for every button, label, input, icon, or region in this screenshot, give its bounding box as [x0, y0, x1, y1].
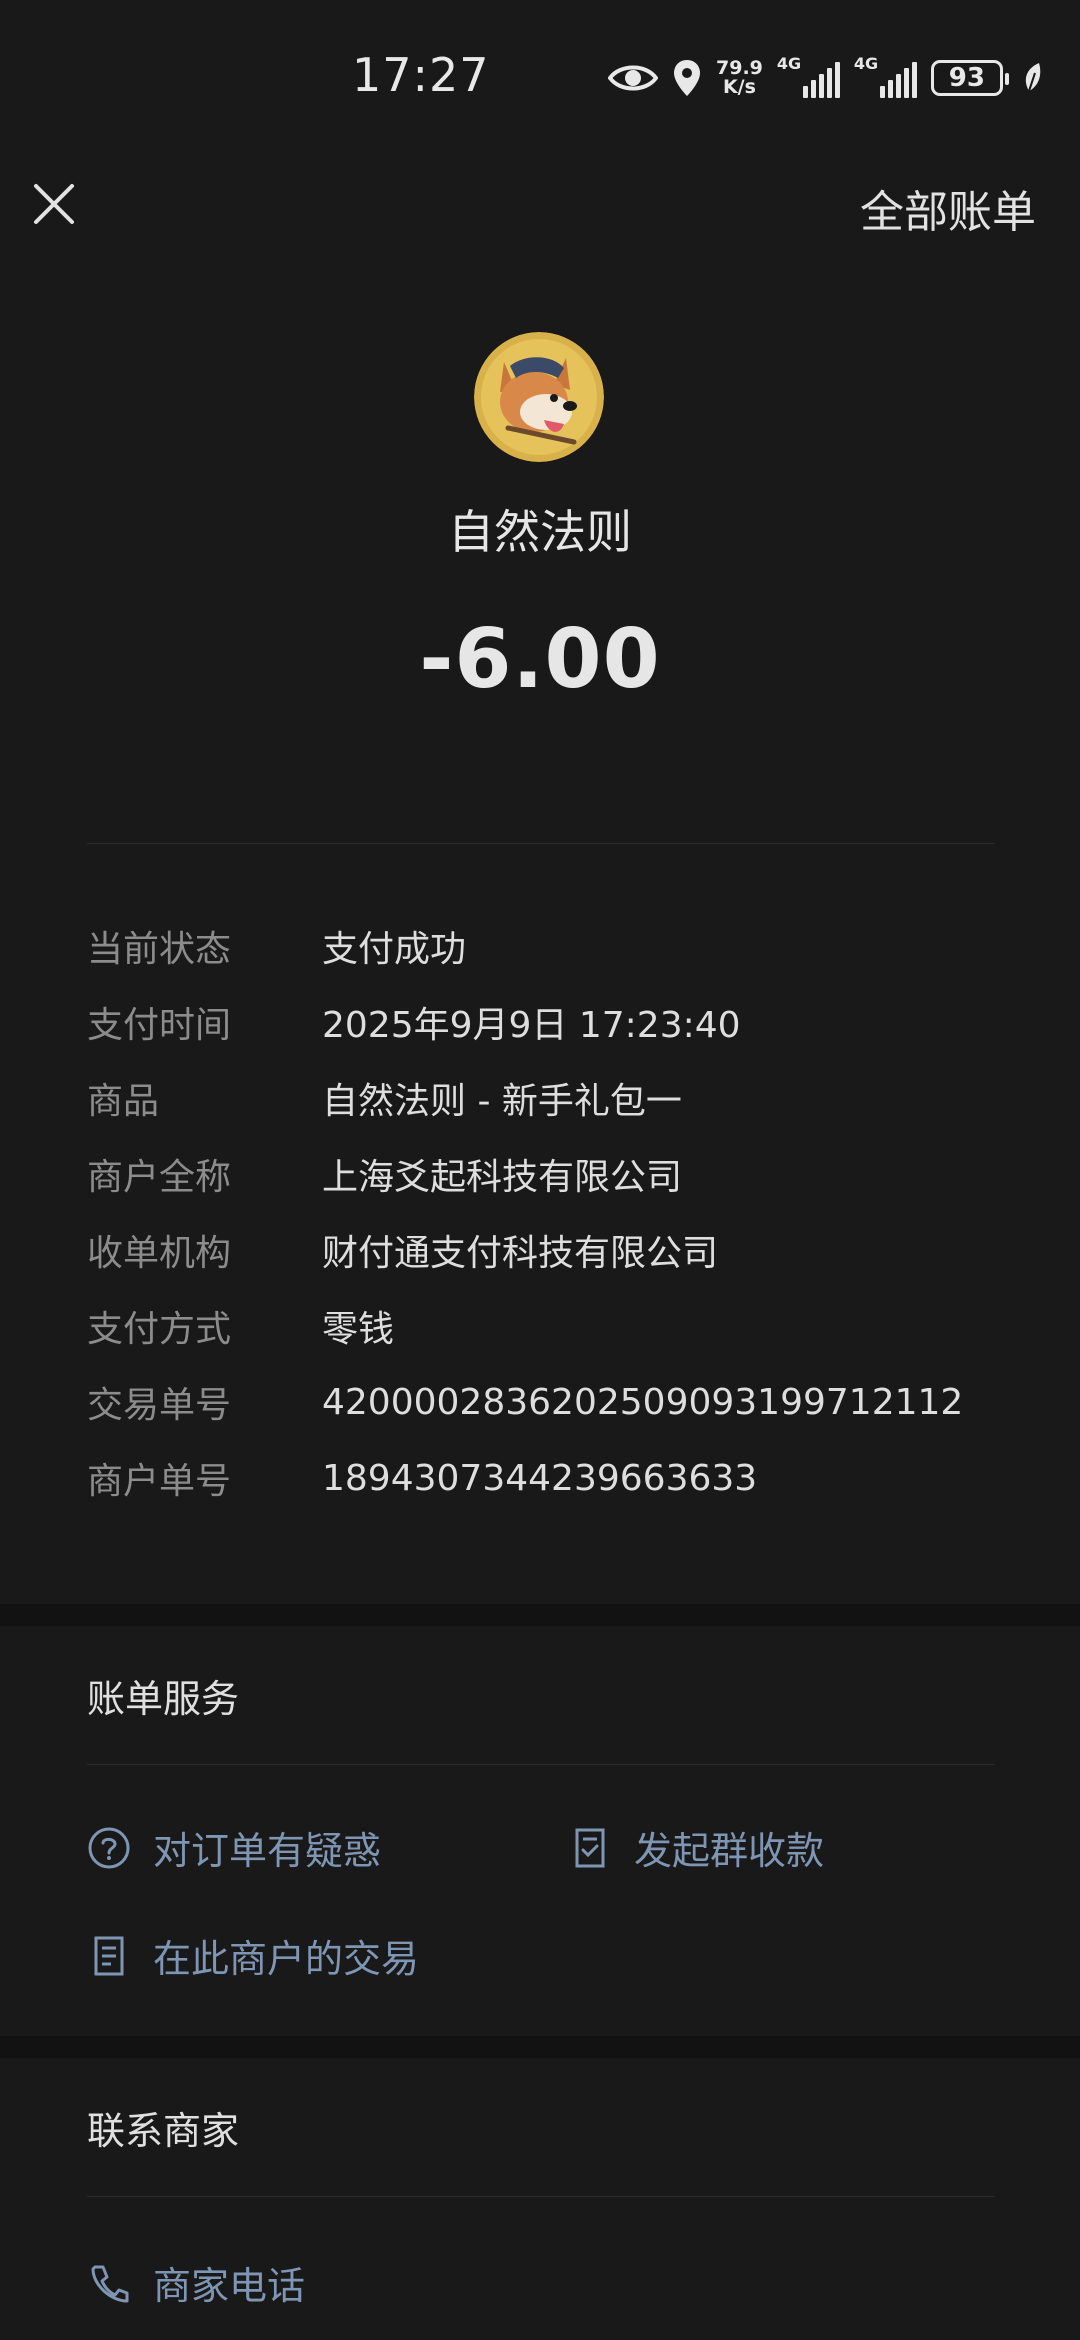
order-question-button[interactable]: 对订单有疑惑 — [87, 1820, 381, 1875]
detail-row-pay-method: 支付方式 零钱 — [87, 1288, 1007, 1364]
detail-row-transaction-id: 交易单号 4200002836202509093199712112 — [87, 1364, 1007, 1440]
close-button[interactable] — [26, 176, 82, 232]
detail-row-merchant-fullname: 商户全称 上海爻起科技有限公司 — [87, 1136, 1007, 1212]
detail-row-pay-time: 支付时间 2025年9月9日 17:23:40 — [87, 984, 1007, 1060]
network-speed: 79.9 K/s — [716, 59, 763, 97]
section-separator — [0, 2036, 1080, 2058]
detail-value[interactable]: 1894307344239663633 — [322, 1458, 757, 1499]
detail-label: 收单机构 — [87, 1233, 232, 1274]
detail-label: 支付时间 — [87, 1005, 232, 1046]
detail-label: 交易单号 — [87, 1385, 232, 1426]
network-type-label: 4G — [853, 54, 879, 73]
question-icon — [88, 1827, 130, 1868]
order-question-label: 对订单有疑惑 — [153, 1829, 382, 1873]
document-check-icon — [575, 1828, 605, 1867]
detail-value: 零钱 — [322, 1309, 395, 1350]
battery-level: 93 — [948, 63, 985, 93]
leaf-icon — [1025, 63, 1041, 92]
detail-label: 商户全称 — [87, 1157, 232, 1198]
detail-label: 支付方式 — [87, 1309, 232, 1350]
detail-value: 2025年9月9日 17:23:40 — [322, 1005, 741, 1046]
merchant-avatar — [474, 332, 604, 462]
merchant-phone-label: 商家电话 — [153, 2264, 306, 2308]
detail-label: 商户单号 — [87, 1461, 232, 1502]
divider — [87, 1764, 994, 1765]
detail-row-status: 当前状态 支付成功 — [87, 908, 1007, 984]
network-type-label: 4G — [776, 54, 802, 73]
eye-icon — [608, 65, 658, 91]
detail-value: 上海爻起科技有限公司 — [322, 1157, 683, 1198]
bill-service-title: 账单服务 — [87, 1677, 240, 1721]
group-collect-button[interactable]: 发起群收款 — [568, 1820, 824, 1875]
network-speed-unit: K/s — [722, 76, 756, 98]
battery-icon: 93 — [930, 60, 1009, 96]
status-icons: 79.9 K/s 4G 4G 93 — [608, 52, 1045, 104]
transaction-details: 当前状态 支付成功 支付时间 2025年9月9日 17:23:40 商品 自然法… — [87, 908, 1007, 1516]
detail-row-product: 商品 自然法则 - 新手礼包一 — [87, 1060, 1007, 1136]
signal-icon: 4G — [777, 54, 840, 98]
detail-value[interactable]: 4200002836202509093199712112 — [322, 1382, 963, 1423]
detail-value: 支付成功 — [322, 929, 467, 970]
detail-row-merchant-order-id: 商户单号 1894307344239663633 — [87, 1440, 1007, 1516]
detail-value: 自然法则 - 新手礼包一 — [322, 1081, 682, 1122]
all-bills-link[interactable]: 全部账单 — [860, 176, 1036, 240]
detail-label: 商品 — [87, 1081, 160, 1122]
divider — [87, 843, 994, 844]
phone-icon — [91, 2265, 129, 2302]
section-separator — [0, 1604, 1080, 1626]
signal-icon: 4G — [854, 54, 917, 98]
payment-amount: -6.00 — [419, 612, 661, 707]
location-icon — [674, 60, 700, 96]
merchant-phone-button[interactable]: 商家电话 — [87, 2255, 305, 2310]
status-bar: 17:27 79.9 K/s 4G 4G 93 — [0, 0, 1080, 150]
close-icon — [34, 184, 74, 224]
merchant-name: 自然法则 — [448, 505, 632, 559]
merchant-trades-button[interactable]: 在此商户的交易 — [87, 1928, 419, 1983]
detail-row-acquirer: 收单机构 财付通支付科技有限公司 — [87, 1212, 1007, 1288]
detail-value: 财付通支付科技有限公司 — [322, 1233, 719, 1274]
status-time: 17:27 — [352, 48, 490, 102]
merchant-trades-label: 在此商户的交易 — [153, 1937, 420, 1981]
divider — [87, 2196, 994, 2197]
corgi-avatar-icon — [474, 332, 604, 462]
contact-merchant-title: 联系商家 — [87, 2109, 240, 2153]
detail-label: 当前状态 — [87, 929, 232, 970]
group-collect-label: 发起群收款 — [634, 1829, 825, 1873]
document-icon — [94, 1936, 124, 1975]
